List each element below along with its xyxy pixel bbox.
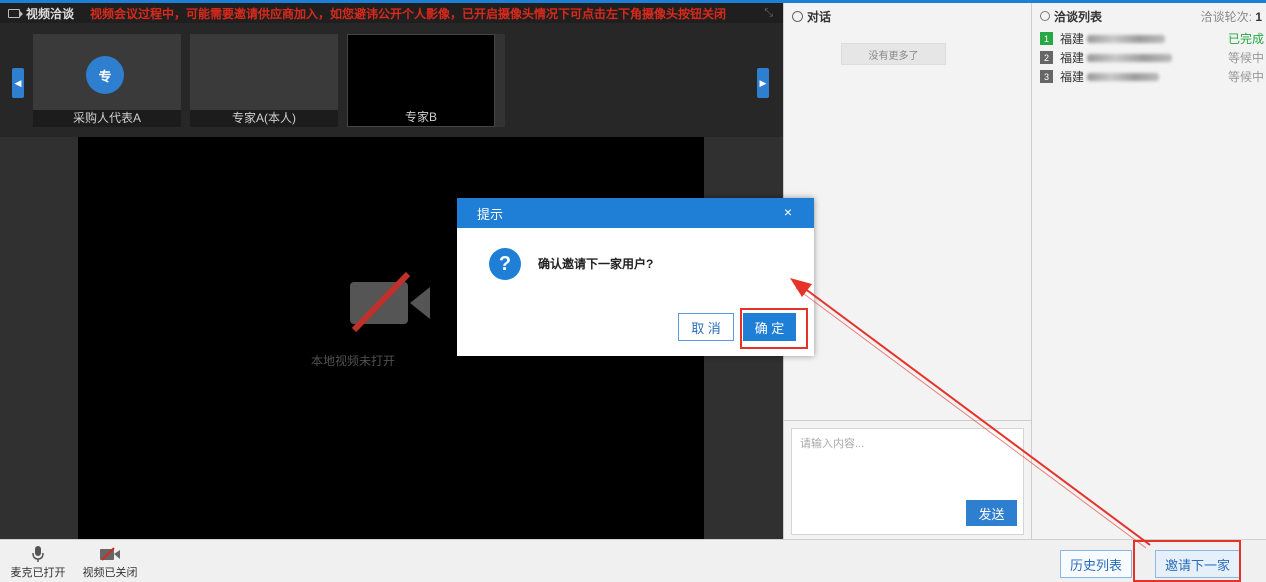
participant-strip: ◀ 专 采购人代表A 专家A(本人) 专家B ▶ (0, 23, 783, 137)
participant-thumb[interactable]: 专家B (347, 34, 495, 127)
supplier-name: 福建 (1060, 51, 1085, 65)
video-off-text: 本地视频未打开 (310, 354, 395, 368)
camera-off-icon (100, 547, 120, 561)
status-text: 等候中 (1227, 51, 1264, 65)
row-number: 1 (1040, 32, 1053, 45)
highlight-invite-box (1133, 540, 1241, 582)
next-participants-button[interactable]: ▶ (757, 68, 769, 98)
send-button[interactable]: 发送 (966, 500, 1017, 526)
cancel-button[interactable]: 取 消 (678, 313, 734, 341)
status-text: 已完成 (1227, 32, 1264, 46)
dialog-header: 提示 × (457, 198, 814, 228)
history-list-button[interactable]: 历史列表 (1060, 550, 1132, 578)
round-value: 1 (1255, 9, 1262, 24)
camera-label: 视频已关闭 (82, 567, 138, 579)
chat-title: 对话 (807, 9, 832, 24)
prev-participants-button[interactable]: ◀ (12, 68, 24, 98)
negotiation-title: 洽谈列表 (1054, 9, 1103, 24)
negotiation-row[interactable]: 3 福建 等候中 (1032, 67, 1266, 86)
chat-icon (792, 10, 803, 22)
round-label: 洽谈轮次: (1200, 9, 1252, 24)
video-off-icon (350, 272, 430, 333)
chat-panel: 对话 没有更多了 请输入内容... 发送 (783, 3, 1032, 539)
participant-thumb[interactable]: 专 采购人代表A (33, 34, 181, 127)
negotiation-panel: 洽谈列表 洽谈轮次: 1 1 福建 已完成 2 福建 等候中 3 福建 等候中 (1031, 3, 1266, 539)
redacted-text (1087, 53, 1173, 62)
main-video-margin (0, 137, 78, 539)
supplier-name: 福建 (1060, 70, 1085, 84)
avatar: 专 (86, 56, 124, 94)
supplier-name: 福建 (1060, 32, 1085, 46)
negotiation-row[interactable]: 2 福建 等候中 (1032, 48, 1266, 67)
participant-thumb[interactable]: 专家A(本人) (190, 34, 338, 127)
redacted-text (1087, 72, 1160, 81)
participant-label: 专家B (348, 109, 494, 126)
video-title: 视频洽谈 (26, 6, 75, 21)
chat-input-area: 请输入内容... 发送 (784, 420, 1032, 539)
participant-label: 采购人代表A (33, 110, 181, 127)
negotiation-header: 洽谈列表 洽谈轮次: 1 (1032, 3, 1266, 29)
fullscreen-icon[interactable]: ⤡ (764, 7, 773, 20)
chat-header: 对话 (784, 3, 1031, 29)
redacted-text (1087, 34, 1166, 43)
microphone-icon (32, 546, 44, 562)
microphone-button[interactable]: 麦克已打开 (8, 544, 68, 580)
video-header: 视频洽谈 视频会议过程中，可能需要邀请供应商加入，如您避讳公开个人影像，已开启摄… (0, 3, 783, 23)
bottom-toolbar: 麦克已打开 视频已关闭 历史列表 邀请下一家 (0, 539, 1266, 582)
row-number: 3 (1040, 70, 1053, 83)
participant-label: 专家A(本人) (190, 110, 338, 127)
camera-button[interactable]: 视频已关闭 (80, 544, 140, 580)
user-list-icon (1040, 11, 1050, 21)
video-camera-icon (8, 8, 23, 18)
thumb-divider (495, 34, 505, 127)
question-icon: ? (489, 248, 521, 280)
status-text: 等候中 (1227, 70, 1264, 84)
round-indicator: 洽谈轮次: 1 (1201, 8, 1262, 25)
load-more-button[interactable]: 没有更多了 (841, 43, 946, 65)
microphone-label: 麦克已打开 (10, 567, 66, 579)
negotiation-row[interactable]: 1 福建 已完成 (1032, 29, 1266, 48)
highlight-confirm-box (740, 308, 808, 349)
close-icon[interactable]: × (784, 204, 792, 220)
dialog-message: 确认邀请下一家用户? (538, 257, 654, 271)
dialog-title: 提示 (477, 206, 504, 222)
row-number: 2 (1040, 51, 1053, 64)
video-notice: 视频会议过程中，可能需要邀请供应商加入，如您避讳公开个人影像，已开启摄像头情况下… (90, 6, 727, 21)
